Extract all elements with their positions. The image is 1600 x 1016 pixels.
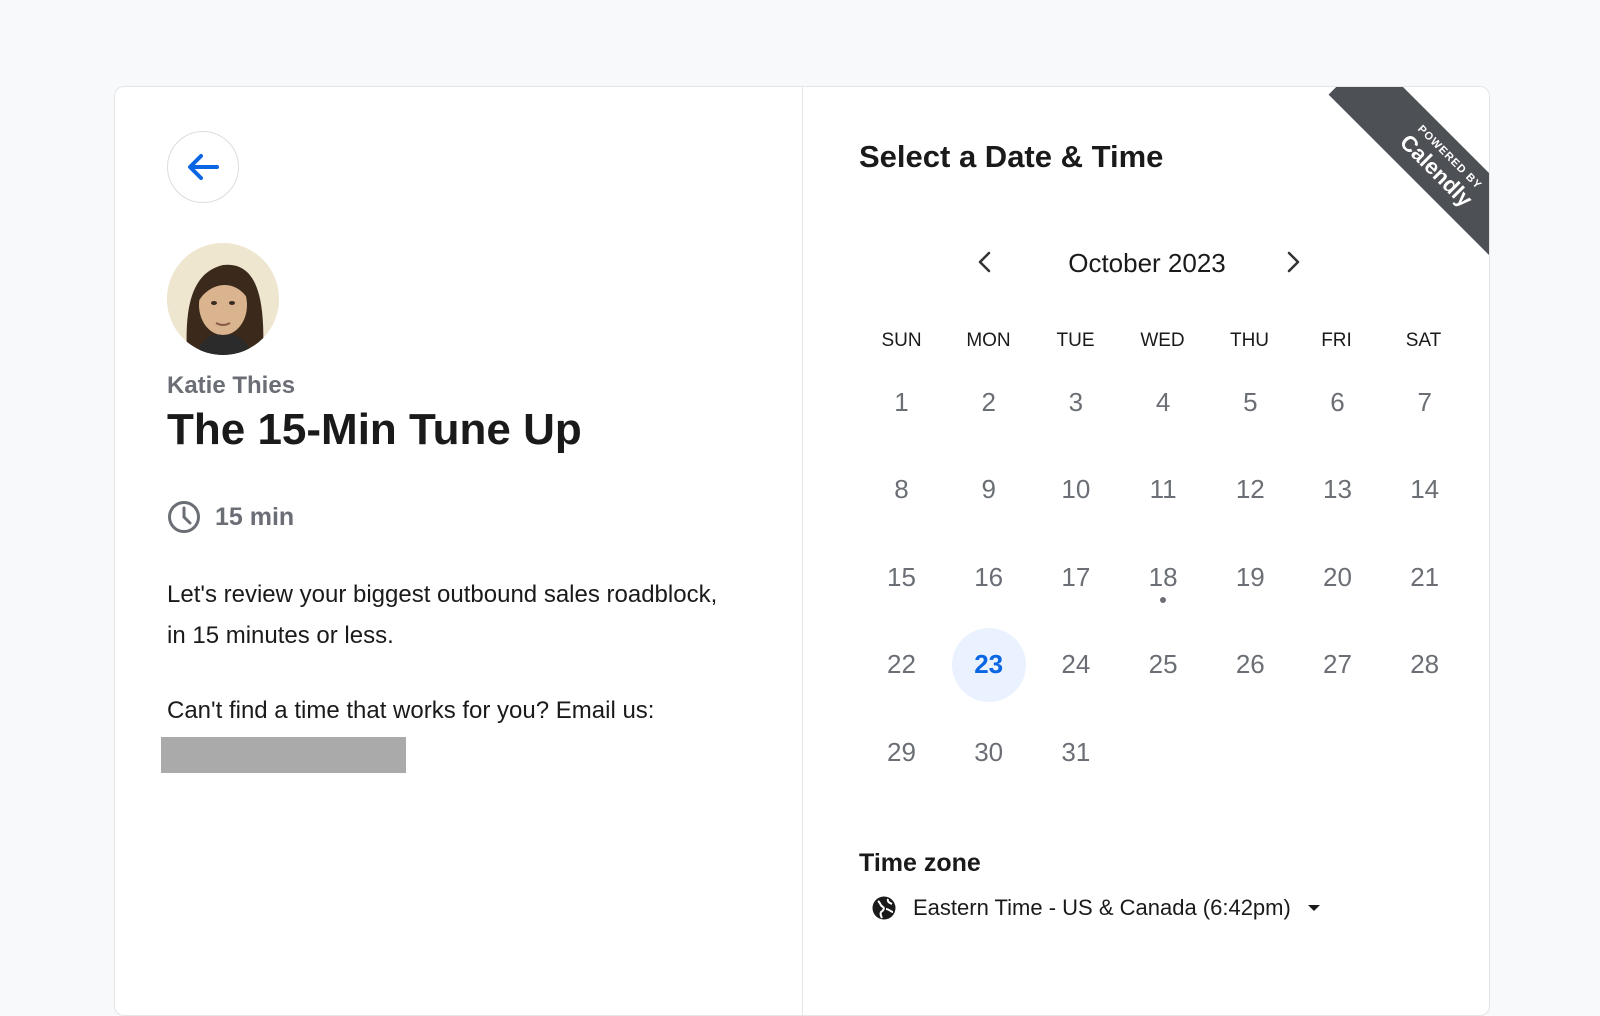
caret-down-icon	[1307, 905, 1320, 911]
calendar-day: 6	[1330, 386, 1345, 417]
back-button[interactable]	[167, 131, 239, 203]
event-details-pane: Katie Thies The 15-Min Tune Up 15 min Le…	[115, 87, 803, 1015]
calendar-day: 22	[887, 649, 916, 679]
redacted-email	[161, 737, 406, 773]
calendar-day: 12	[1235, 474, 1265, 504]
calendar-day: 11	[1149, 474, 1177, 504]
avatar	[167, 243, 279, 355]
calendar-day-selected[interactable]: 23	[951, 627, 1026, 702]
calendar-day: 14	[1410, 474, 1440, 504]
duration-label: 15 min	[215, 502, 295, 531]
calendar-day: 20	[1323, 561, 1352, 592]
event-title: The 15-Min Tune Up	[167, 405, 582, 454]
calendar-day: 8	[894, 474, 909, 504]
calendar-day: 25	[1148, 649, 1178, 679]
calendar-day: 2	[981, 386, 996, 417]
date-time-pane: Select a Date & Time POWERED BY Calendly…	[803, 87, 1489, 1015]
host-name: Katie Thies	[167, 372, 296, 399]
calendar-day: 17	[1061, 561, 1091, 592]
calendar-day: 30	[974, 736, 1004, 767]
calendar-day: 31	[1061, 736, 1091, 767]
booking-card: Katie Thies The 15-Min Tune Up 15 min Le…	[114, 86, 1490, 1016]
calendar-day: 13	[1323, 474, 1352, 504]
calendar-day: 15	[887, 561, 916, 592]
calendar-day: 24	[1061, 649, 1091, 679]
calendar-day: 10	[1061, 474, 1091, 504]
timezone-value: Eastern Time - US & Canada (6:42pm)	[913, 895, 1291, 920]
calendar-day: 19	[1235, 561, 1265, 592]
calendar-day: 9	[981, 474, 996, 504]
calendar-day: 3	[1068, 386, 1084, 417]
calendar-day: 1	[894, 386, 909, 417]
timezone-title: Time zone	[859, 849, 981, 877]
globe-icon	[872, 896, 896, 920]
calendar-day: 27	[1323, 649, 1352, 679]
event-description: Let's review your biggest outbound sales…	[167, 581, 718, 649]
calendar-day: 29	[887, 736, 916, 767]
duration: 15 min	[167, 500, 294, 534]
clock-icon	[168, 501, 200, 533]
calendar-day: 21	[1410, 561, 1440, 592]
contact-text: Can't find a time that works for you? Em…	[167, 697, 655, 724]
calendar-day: 4	[1155, 386, 1171, 417]
calendar-day: 28	[1410, 649, 1440, 679]
calendar-day: 26	[1235, 649, 1265, 679]
calendar-day: 16	[974, 561, 1004, 592]
calendar-day: 7	[1417, 386, 1432, 417]
calendar-day: 5	[1243, 386, 1258, 417]
arrow-left-icon	[188, 154, 219, 180]
timezone-select[interactable]: Eastern Time - US & Canada (6:42pm)	[871, 895, 1321, 921]
